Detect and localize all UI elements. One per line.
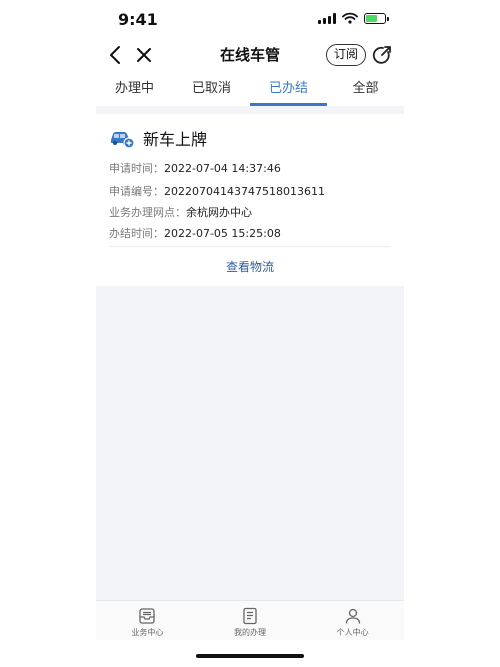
close-icon[interactable] xyxy=(132,42,156,68)
back-icon[interactable] xyxy=(104,42,128,68)
tab-bar-personal-center[interactable]: 个人中心 xyxy=(301,601,404,640)
inbox-icon xyxy=(139,608,155,624)
application-card: 新车上牌 申请时间：2022-07-04 14:37:46 申请编号：20220… xyxy=(96,114,404,286)
home-indicator xyxy=(196,654,304,658)
car-icon xyxy=(111,132,135,149)
info-key: 业务办理网点： xyxy=(109,206,186,219)
info-value: 20220704143747518013611 xyxy=(164,185,325,198)
status-icons xyxy=(318,12,389,24)
battery-icon xyxy=(364,12,389,24)
card-title: 新车上牌 xyxy=(143,130,208,149)
status-tabs: 办理中 已取消 已办结 全部 xyxy=(96,76,404,106)
document-icon xyxy=(243,607,257,625)
tab-cancelled[interactable]: 已取消 xyxy=(173,76,250,106)
status-time: 9:41 xyxy=(118,10,158,29)
bottom-tab-bar: 业务中心 我的办理 个人中心 xyxy=(96,600,404,640)
info-value: 余杭网办中心 xyxy=(186,206,252,219)
card-divider xyxy=(109,246,391,247)
tab-bar-my-applications[interactable]: 我的办理 xyxy=(199,601,302,640)
wifi-icon xyxy=(342,12,358,24)
info-row-apply-number: 申请编号：20220704143747518013611 xyxy=(109,183,325,199)
info-row-complete-time: 办结时间：2022-07-05 15:25:08 xyxy=(109,225,281,241)
status-bar: 9:41 xyxy=(0,0,500,40)
info-value: 2022-07-04 14:37:46 xyxy=(164,162,281,175)
tab-bar-label: 个人中心 xyxy=(336,628,369,637)
card-header: 新车上牌 xyxy=(109,126,207,150)
info-key: 申请时间： xyxy=(109,162,164,175)
tab-bar-label: 业务中心 xyxy=(131,628,164,637)
info-key: 办结时间： xyxy=(109,227,164,240)
tab-bar-label: 我的办理 xyxy=(234,628,266,637)
info-row-apply-time: 申请时间：2022-07-04 14:37:46 xyxy=(109,160,281,176)
tab-all[interactable]: 全部 xyxy=(327,76,404,106)
subscribe-button[interactable]: 订阅 xyxy=(325,44,366,66)
view-logistics-link[interactable]: 查看物流 xyxy=(96,258,404,275)
content-area: 新车上牌 申请时间：2022-07-04 14:37:46 申请编号：20220… xyxy=(96,106,404,600)
share-icon[interactable] xyxy=(370,43,394,67)
info-value: 2022-07-05 15:25:08 xyxy=(164,227,281,240)
cellular-signal-icon xyxy=(318,12,336,24)
tab-in-progress[interactable]: 办理中 xyxy=(96,76,173,106)
tab-bar-business-center[interactable]: 业务中心 xyxy=(96,601,199,640)
info-key: 申请编号： xyxy=(109,185,164,198)
info-row-service-point: 业务办理网点：余杭网办中心 xyxy=(109,204,252,220)
person-icon xyxy=(345,608,360,624)
tab-completed[interactable]: 已办结 xyxy=(250,76,327,106)
nav-bar: 在线车管 订阅 xyxy=(96,40,404,70)
